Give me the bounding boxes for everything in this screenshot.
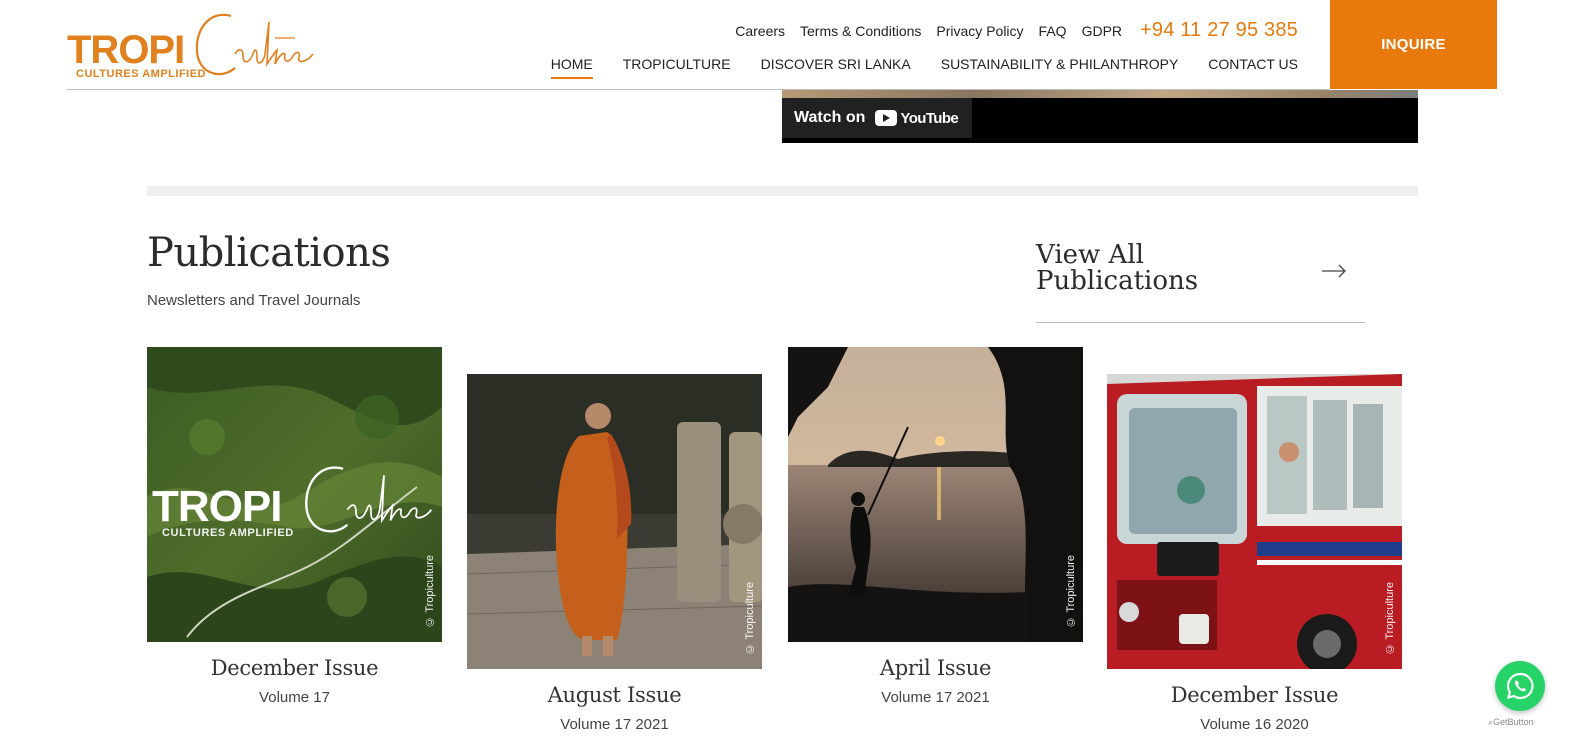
logo-wordmark: TROPI xyxy=(67,28,185,72)
whatsapp-button[interactable] xyxy=(1495,661,1545,711)
nav-sustainability[interactable]: SUSTAINABILITY & PHILANTHROPY xyxy=(941,56,1179,79)
video-embed[interactable]: Watch on YouTube xyxy=(782,90,1418,143)
youtube-wordmark: YouTube xyxy=(900,109,959,127)
monk-image xyxy=(467,374,762,669)
publication-title[interactable]: August Issue xyxy=(467,683,762,707)
site-header: TROPI CULTURES AMPLIFIED Careers Terms &… xyxy=(0,0,1579,90)
whatsapp-icon xyxy=(1506,672,1534,700)
publication-volume: Volume 16 2020 xyxy=(1200,716,1309,733)
gdpr-link[interactable]: GDPR xyxy=(1082,23,1122,39)
site-logo[interactable]: TROPI CULTURES AMPLIFIED xyxy=(67,8,327,84)
youtube-logo: YouTube xyxy=(875,109,959,127)
nav-discover-sri-lanka[interactable]: DISCOVER SRI LANKA xyxy=(761,56,911,79)
publication-card[interactable]: TROPI CULTURES AMPLIFIED © Tropiculture … xyxy=(147,347,442,706)
section-divider xyxy=(147,186,1418,196)
image-watermark: © Tropiculture xyxy=(1065,555,1077,628)
publication-title[interactable]: December Issue xyxy=(147,656,442,680)
watch-on-youtube-button[interactable]: Watch on YouTube xyxy=(782,98,973,138)
cover-logo-tagline: CULTURES AMPLIFIED xyxy=(162,527,294,539)
view-all-publications-link[interactable]: View All Publications xyxy=(1036,242,1365,323)
image-watermark: © Tropiculture xyxy=(1384,582,1396,655)
utility-nav: Careers Terms & Conditions Privacy Polic… xyxy=(735,19,1298,42)
publications-subtitle: Newsletters and Travel Journals xyxy=(147,292,361,309)
view-all-label: View All Publications xyxy=(1036,240,1199,296)
getbutton-credit[interactable]: ⌕GetButton xyxy=(1488,717,1534,728)
cover-logo-script xyxy=(305,466,433,533)
publication-volume: Volume 17 2021 xyxy=(881,689,990,706)
logo-script-culture xyxy=(195,13,314,76)
terms-link[interactable]: Terms & Conditions xyxy=(800,23,921,39)
image-watermark: © Tropiculture xyxy=(744,582,756,655)
careers-link[interactable]: Careers xyxy=(735,23,785,39)
nav-home[interactable]: HOME xyxy=(550,56,593,79)
cover-logo: TROPI CULTURES AMPLIFIED xyxy=(152,457,437,547)
main-nav: HOME TROPICULTURE DISCOVER SRI LANKA SUS… xyxy=(550,56,1298,79)
youtube-play-icon xyxy=(875,110,898,126)
publication-title[interactable]: April Issue xyxy=(788,656,1083,680)
publication-card[interactable]: © Tropiculture December Issue Volume 16 … xyxy=(1107,374,1402,733)
publication-volume: Volume 17 2021 xyxy=(560,716,669,733)
sunset-lake-image xyxy=(788,347,1083,642)
arrow-right-icon xyxy=(1322,264,1346,278)
video-frame-strip xyxy=(782,90,1418,98)
nav-contact-us[interactable]: CONTACT US xyxy=(1208,56,1298,79)
logo-tagline: CULTURES AMPLIFIED xyxy=(76,68,206,80)
phone-link[interactable]: +94 11 27 95 385 xyxy=(1140,19,1298,42)
image-watermark: © Tropiculture xyxy=(424,555,436,628)
getbutton-label: GetButton xyxy=(1493,717,1534,727)
header-divider xyxy=(67,89,1329,90)
publication-cover-image[interactable]: TROPI CULTURES AMPLIFIED © Tropiculture xyxy=(147,347,442,642)
nav-tropiculture[interactable]: TROPICULTURE xyxy=(623,56,731,79)
publication-title[interactable]: December Issue xyxy=(1107,683,1402,707)
red-bus-image xyxy=(1107,374,1402,669)
cover-logo-wordmark: TROPI xyxy=(152,482,282,531)
publications-title: Publications xyxy=(147,230,391,276)
publication-cover-image[interactable]: © Tropiculture xyxy=(467,374,762,669)
faq-link[interactable]: FAQ xyxy=(1039,23,1067,39)
publication-cover-image[interactable]: © Tropiculture xyxy=(1107,374,1402,669)
publication-cover-image[interactable]: © Tropiculture xyxy=(788,347,1083,642)
publication-card[interactable]: © Tropiculture August Issue Volume 17 20… xyxy=(467,374,762,733)
watch-on-label: Watch on xyxy=(794,109,866,126)
publication-volume: Volume 17 xyxy=(259,689,330,706)
privacy-link[interactable]: Privacy Policy xyxy=(936,23,1023,39)
publication-card[interactable]: © Tropiculture April Issue Volume 17 202… xyxy=(788,347,1083,706)
inquire-button[interactable]: INQUIRE xyxy=(1330,0,1497,89)
